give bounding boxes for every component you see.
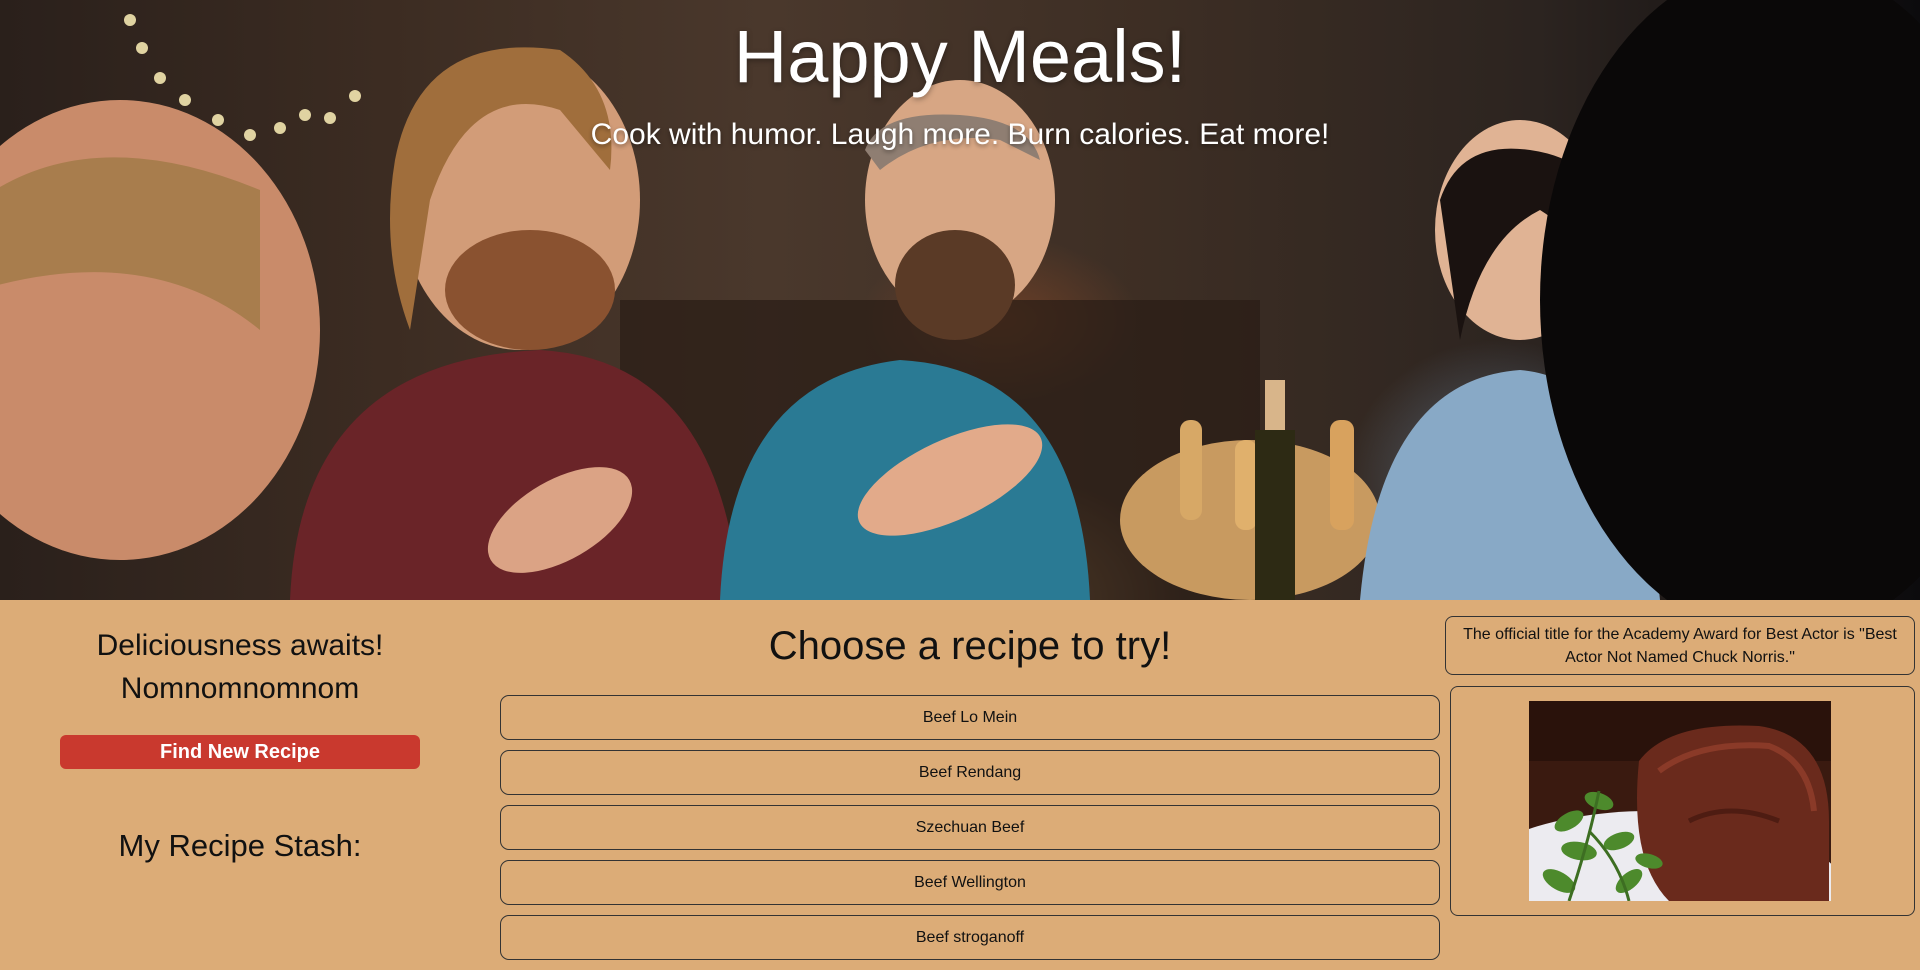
- sidebar: Deliciousness awaits! Nomnomnomnom Find …: [0, 600, 480, 863]
- fun-fact-box: The official title for the Academy Award…: [1445, 616, 1915, 675]
- steak-photo: [1529, 701, 1831, 901]
- tagline-line-2: Nomnomnomnom: [120, 672, 360, 705]
- side-panel: The official title for the Academy Award…: [1445, 616, 1915, 916]
- recipe-item-beef-rendang[interactable]: Beef Rendang: [500, 750, 1440, 795]
- hero-banner: Happy Meals! Cook with humor. Laugh more…: [0, 0, 1920, 600]
- recipe-item-beef-wellington[interactable]: Beef Wellington: [500, 860, 1440, 905]
- recipe-item-beef-lo-mein[interactable]: Beef Lo Mein: [500, 695, 1440, 740]
- tagline-line-1: Deliciousness awaits!: [96, 629, 384, 662]
- tagline: Deliciousness awaits! Nomnomnomnom: [0, 624, 480, 710]
- recipe-item-beef-stroganoff[interactable]: Beef stroganoff: [500, 915, 1440, 960]
- recipe-list: Beef Lo Mein Beef Rendang Szechuan Beef …: [500, 695, 1440, 970]
- recipe-chooser: Choose a recipe to try! Beef Lo Mein Bee…: [500, 600, 1440, 960]
- recipe-stash-title: My Recipe Stash:: [118, 828, 362, 863]
- main-content: Deliciousness awaits! Nomnomnomnom Find …: [0, 600, 1920, 960]
- page-subtitle: Cook with humor. Laugh more. Burn calori…: [590, 118, 1330, 151]
- page-title: Happy Meals!: [733, 15, 1187, 98]
- recipe-item-szechuan-beef[interactable]: Szechuan Beef: [500, 805, 1440, 850]
- find-new-recipe-button[interactable]: Find New Recipe: [60, 735, 420, 769]
- recipe-image-box: [1450, 686, 1915, 916]
- recipe-list-title: Choose a recipe to try!: [768, 624, 1172, 668]
